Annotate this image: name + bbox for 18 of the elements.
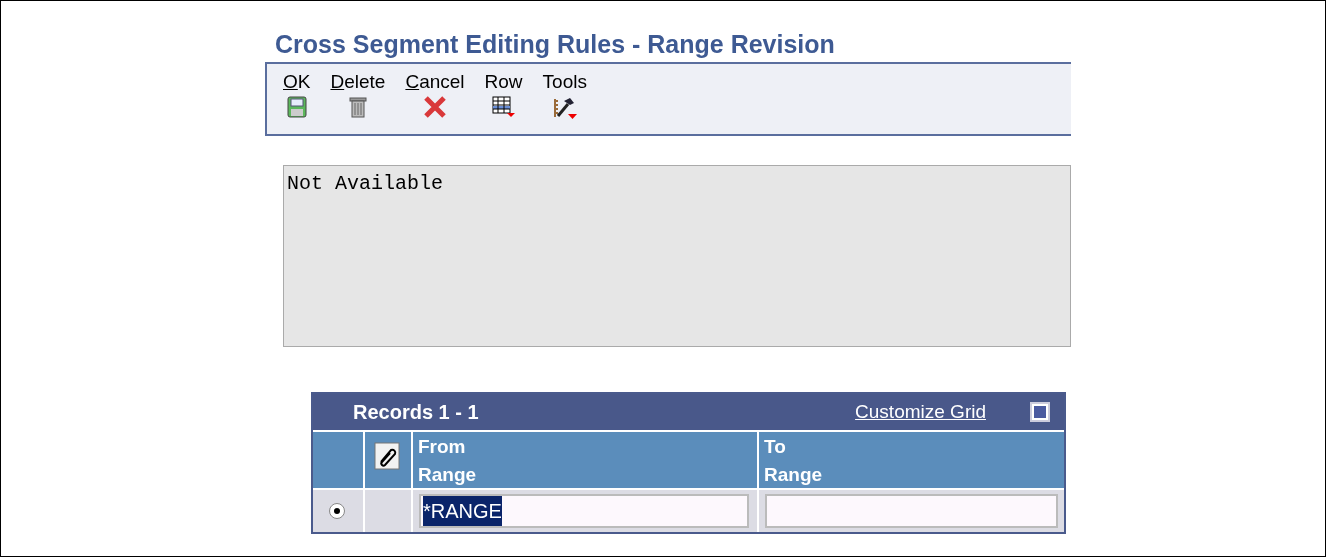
customize-grid-link[interactable]: Customize Grid <box>855 397 986 427</box>
to-range-field[interactable] <box>765 494 1058 528</box>
toolbar-button[interactable]: Delete <box>330 70 386 134</box>
row-radio[interactable] <box>329 503 345 519</box>
attachment-icon[interactable] <box>374 442 400 470</box>
toolbar-button[interactable]: Cancel <box>405 70 465 134</box>
trash-icon <box>348 96 367 118</box>
table-icon <box>491 96 516 118</box>
toolbar-button[interactable]: OK <box>283 70 311 134</box>
hammer-icon <box>551 96 578 120</box>
records-count: Records 1 - 1 <box>353 400 479 425</box>
maximize-icon[interactable] <box>1030 402 1050 422</box>
window-title: Cross Segment Editing Rules - Range Revision <box>275 29 836 60</box>
text-area[interactable]: Not Available <box>283 165 1071 347</box>
toolbar-button[interactable]: Row <box>484 70 523 134</box>
toolbar-button[interactable]: Tools <box>542 70 587 134</box>
from-range-field[interactable]: *RANGE <box>419 494 749 528</box>
close-icon <box>423 96 447 118</box>
